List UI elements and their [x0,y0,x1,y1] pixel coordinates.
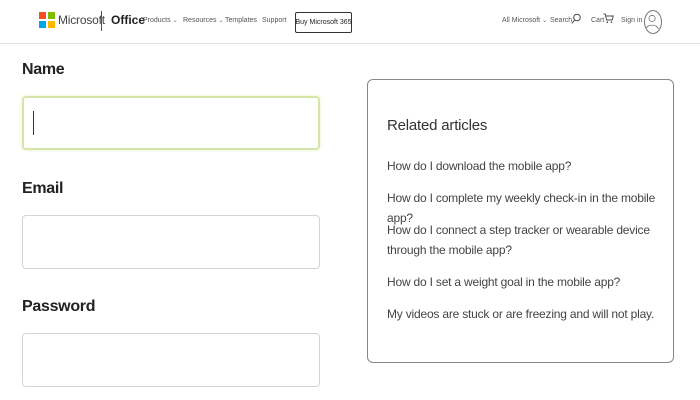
name-field[interactable] [22,96,320,150]
avatar[interactable] [644,10,662,34]
related-articles-title: Related articles [387,117,488,134]
related-link-download-app[interactable]: How do I download the mobile app? [387,156,667,176]
related-link-videos-freezing[interactable]: My videos are stuck or are freezing and … [387,304,667,324]
cart-icon[interactable] [603,13,614,24]
name-label: Name [22,61,65,78]
search-icon[interactable] [571,13,581,25]
buy-microsoft-365-button[interactable]: Buy Microsoft 365 [295,12,352,33]
nav-templates[interactable]: Templates [225,17,257,24]
header-divider [101,11,102,31]
nav-support[interactable]: Support [262,17,287,24]
related-link-step-tracker[interactable]: How do I connect a step tracker or weara… [387,220,667,260]
related-articles-panel: Related articles How do I download the m… [367,79,674,363]
all-microsoft-menu[interactable]: All Microsoft ⌄ [502,17,547,24]
nav-resources[interactable]: Resources ⌄ [183,17,224,24]
user-icon [645,14,659,30]
password-field[interactable] [22,333,320,387]
email-label: Email [22,180,64,197]
all-microsoft-label: All Microsoft [502,17,541,24]
office-link[interactable]: Office [111,13,145,27]
chevron-down-icon: ⌄ [218,18,224,24]
microsoft-brand[interactable]: Microsoft [58,13,105,27]
nav-products-label: Products [143,17,171,24]
search-link[interactable]: Search [550,17,572,24]
site-header: Microsoft Office Products ⌄ Resources ⌄ Te… [0,0,700,44]
text-caret [33,111,34,135]
related-link-weight-goal[interactable]: How do I set a weight goal in the mobile… [387,272,667,292]
password-label: Password [22,298,96,315]
chevron-down-icon: ⌄ [542,18,548,24]
nav-products[interactable]: Products ⌄ [143,17,178,24]
email-field[interactable] [22,215,320,269]
microsoft-logo-icon[interactable] [39,12,55,28]
chevron-down-icon: ⌄ [172,18,178,24]
sign-in-link[interactable]: Sign in [621,17,642,24]
nav-resources-label: Resources [183,17,217,24]
